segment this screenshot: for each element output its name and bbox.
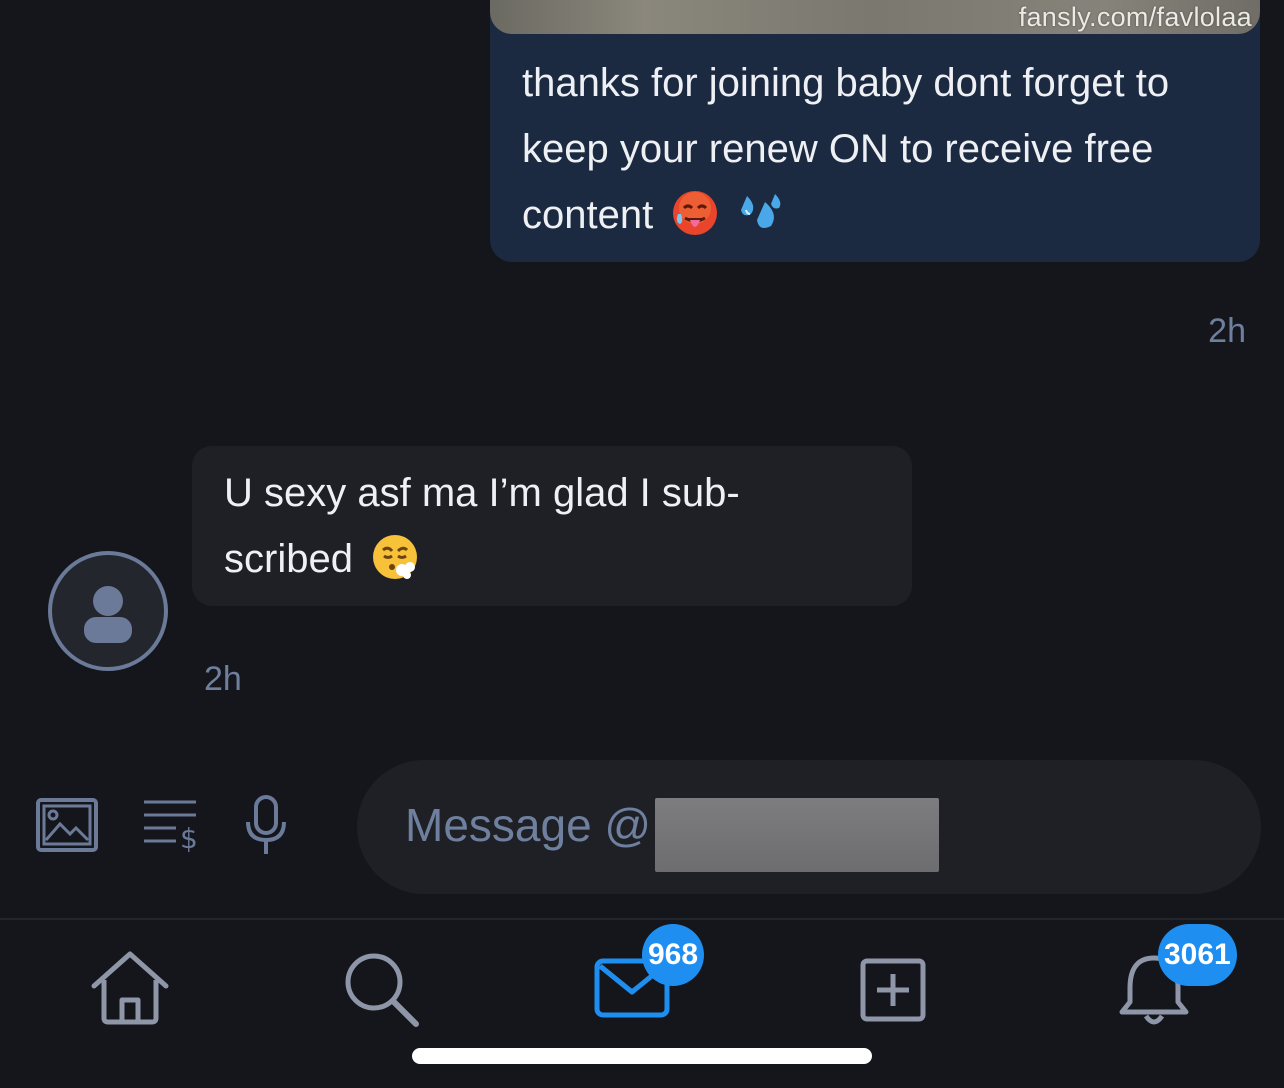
image-icon[interactable] [36, 798, 98, 854]
messages-badge: 968 [642, 924, 705, 986]
add-post-icon[interactable] [860, 958, 926, 1022]
outgoing-message-text: thanks for joining baby dont forget to k… [522, 50, 1242, 248]
sweat-droplets-emoji [741, 194, 781, 228]
chat-screen: fansly.com/favlolaa thanks for joining b… [0, 0, 1284, 1088]
outgoing-message-time: 2h [1208, 312, 1246, 350]
notifications-badge: 3061 [1158, 924, 1237, 986]
nav-divider [0, 918, 1284, 920]
hot-face-emoji [673, 191, 718, 235]
microphone-icon[interactable] [244, 794, 288, 858]
image-watermark: fansly.com/favlolaa [1018, 2, 1252, 32]
incoming-message-text: U sexy asf ma I’m glad I sub-scribed [224, 460, 864, 592]
avatar[interactable] [48, 551, 168, 671]
incoming-message-body: U sexy asf ma I’m glad I sub-scribed [224, 471, 740, 581]
attached-image[interactable]: fansly.com/favlolaa [490, 0, 1260, 34]
default-user-icon [84, 586, 132, 643]
incoming-message-bubble[interactable]: U sexy asf ma I’m glad I sub-scribed [192, 446, 912, 606]
message-input-placeholder: Message @ [405, 799, 652, 851]
home-indicator[interactable] [412, 1048, 872, 1064]
redacted-username [655, 798, 939, 872]
exhaling-face-emoji [373, 535, 418, 579]
price-list-icon[interactable]: $ [142, 798, 202, 854]
outgoing-message-bubble[interactable]: fansly.com/favlolaa thanks for joining b… [490, 0, 1260, 262]
outgoing-message-body: thanks for joining baby dont forget to k… [522, 61, 1170, 237]
home-icon[interactable] [90, 950, 170, 1026]
svg-text:$: $ [180, 822, 198, 854]
incoming-message-time: 2h [204, 660, 242, 698]
search-icon[interactable] [342, 950, 422, 1030]
message-input[interactable]: Message @ [357, 760, 1261, 894]
